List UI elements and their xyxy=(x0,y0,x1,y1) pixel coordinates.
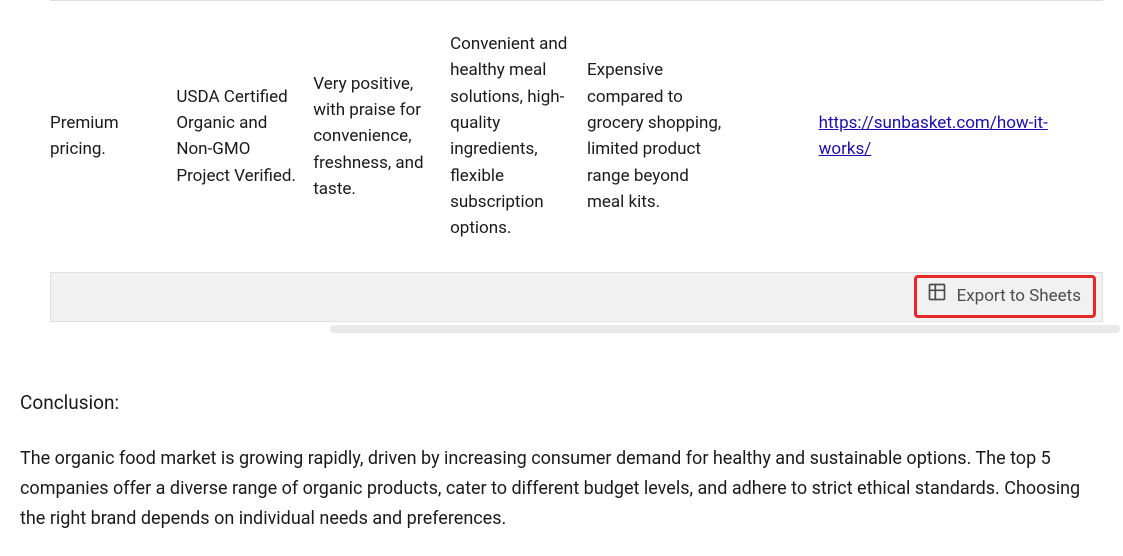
data-table: Premium pricing. USDA Certified Organic … xyxy=(50,1,1103,272)
cell-weaknesses: Expensive compared to grocery shopping, … xyxy=(587,1,734,272)
sheets-icon xyxy=(927,282,947,311)
export-label: Export to Sheets xyxy=(957,283,1081,310)
conclusion-text: The organic food market is growing rapid… xyxy=(20,444,1103,533)
conclusion-section: Conclusion: The organic food market is g… xyxy=(20,333,1103,533)
export-bar: Export to Sheets xyxy=(50,272,1103,322)
table-row: Premium pricing. USDA Certified Organic … xyxy=(50,1,1103,272)
source-link[interactable]: https://sunbasket.com/how-it-works/ xyxy=(819,113,1048,159)
cell-strengths: Convenient and healthy meal solutions, h… xyxy=(450,1,587,272)
cell-reviews: Very positive, with praise for convenien… xyxy=(313,1,450,272)
content-wrapper: Premium pricing. USDA Certified Organic … xyxy=(0,0,1123,533)
horizontal-scrollbar[interactable] xyxy=(330,325,1120,333)
conclusion-heading: Conclusion: xyxy=(20,388,1103,418)
export-to-sheets-button[interactable]: Export to Sheets xyxy=(914,275,1096,318)
table-container: Premium pricing. USDA Certified Organic … xyxy=(50,0,1103,272)
cell-empty xyxy=(734,1,818,272)
cell-source: https://sunbasket.com/how-it-works/ xyxy=(819,1,1103,272)
cell-pricing: Premium pricing. xyxy=(50,1,176,272)
cell-certifications: USDA Certified Organic and Non-GMO Proje… xyxy=(176,1,313,272)
